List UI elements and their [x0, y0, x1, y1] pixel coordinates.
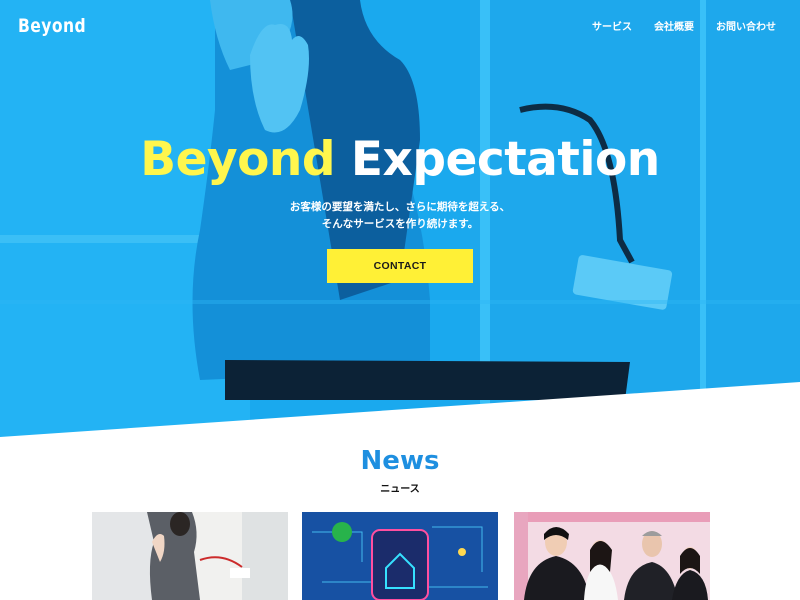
- news-card-3-image: [514, 512, 710, 600]
- main-nav: サービス 会社概要 お問い合わせ: [592, 18, 776, 33]
- contact-button[interactable]: CONTACT: [327, 249, 473, 283]
- hero-title-accent: Beyond: [140, 132, 336, 187]
- hero-subtitle: お客様の要望を満たし、さらに期待を超える、 そんなサービスを作り続けます。: [0, 199, 800, 233]
- hero-subtitle-line2: そんなサービスを作り続けます。: [321, 218, 479, 230]
- hero-subtitle-line1: お客様の要望を満たし、さらに期待を超える、: [289, 201, 511, 213]
- hero-title: Beyond Expectation: [0, 132, 800, 187]
- site-logo[interactable]: Beyond: [18, 15, 86, 37]
- news-subheading: ニュース: [380, 484, 420, 495]
- news-card-2[interactable]: [302, 512, 498, 600]
- news-card-1-image: [92, 512, 288, 600]
- nav-item-services[interactable]: サービス: [592, 18, 632, 33]
- news-card-3[interactable]: [514, 512, 710, 600]
- nav-item-contact[interactable]: お問い合わせ: [716, 18, 776, 33]
- news-card-1[interactable]: [92, 512, 288, 600]
- nav-item-company[interactable]: 会社概要: [654, 18, 694, 33]
- hero-title-rest: Expectation: [350, 132, 660, 187]
- news-card-2-image: [302, 512, 498, 600]
- news-heading: News: [360, 446, 440, 476]
